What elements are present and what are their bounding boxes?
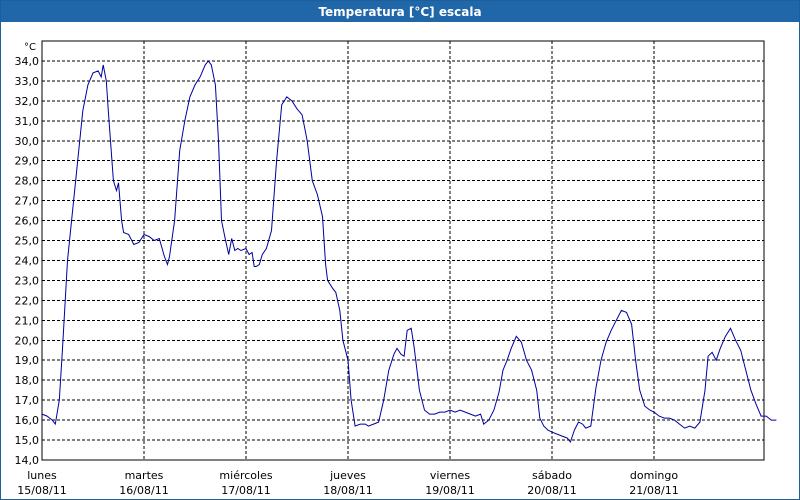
y-tick-label: 19,0 [15,354,40,367]
x-tick-date-label: 17/08/11 [221,484,270,497]
x-tick-day-label: sábado [532,469,572,482]
x-tick-date-label: 16/08/11 [119,484,168,497]
plot-frame [41,40,765,461]
y-tick-label: 24,0 [15,254,40,267]
y-tick-label: 29,0 [15,155,40,168]
x-tick-day-label: miércoles [219,469,272,482]
y-tick-label: 23,0 [15,274,40,287]
y-tick-label: 18,0 [15,374,40,387]
x-tick-date-label: 19/08/11 [425,484,474,497]
x-tick-day-label: domingo [630,469,678,482]
y-tick-label: 26,0 [15,215,40,228]
y-tick-label: 21,0 [15,314,40,327]
y-axis-label: °C [24,42,36,53]
temperature-series-line [41,60,777,444]
y-tick-label: 22,0 [15,294,40,307]
y-tick-label: 28,0 [15,175,40,188]
y-tick-label: 33,0 [15,75,40,88]
y-tick-label: 16,0 [15,414,40,427]
x-tick-day-label: viernes [430,469,470,482]
y-tick-label: 14,0 [15,454,40,467]
temperature-chart: 14,0 15,0 16,0 17,0 18,0 19,0 20,0 21,0 22,0 23,0… [15,40,777,497]
y-tick-label: 34,0 [15,55,40,68]
y-tick-label: 27,0 [15,195,40,208]
x-tick-date-label: 20/08/11 [527,484,576,497]
y-tick-label: 17,0 [15,394,40,407]
y-tick-label: 30,0 [15,135,40,148]
x-tick-date-label: 18/08/11 [323,484,372,497]
y-tick-label: 20,0 [15,334,40,347]
y-tick-label: 25,0 [15,235,40,248]
x-tick-day-label: lunes [27,469,57,482]
x-tick-day-label: martes [125,469,164,482]
y-tick-label: 15,0 [15,434,40,447]
x-tick-date-label: 15/08/11 [17,484,66,497]
x-tick-date-label: 21/08/11 [629,484,678,497]
y-tick-label: 32,0 [15,95,40,108]
x-tick-day-label: jueves [329,469,366,482]
y-tick-label: 31,0 [15,115,40,128]
